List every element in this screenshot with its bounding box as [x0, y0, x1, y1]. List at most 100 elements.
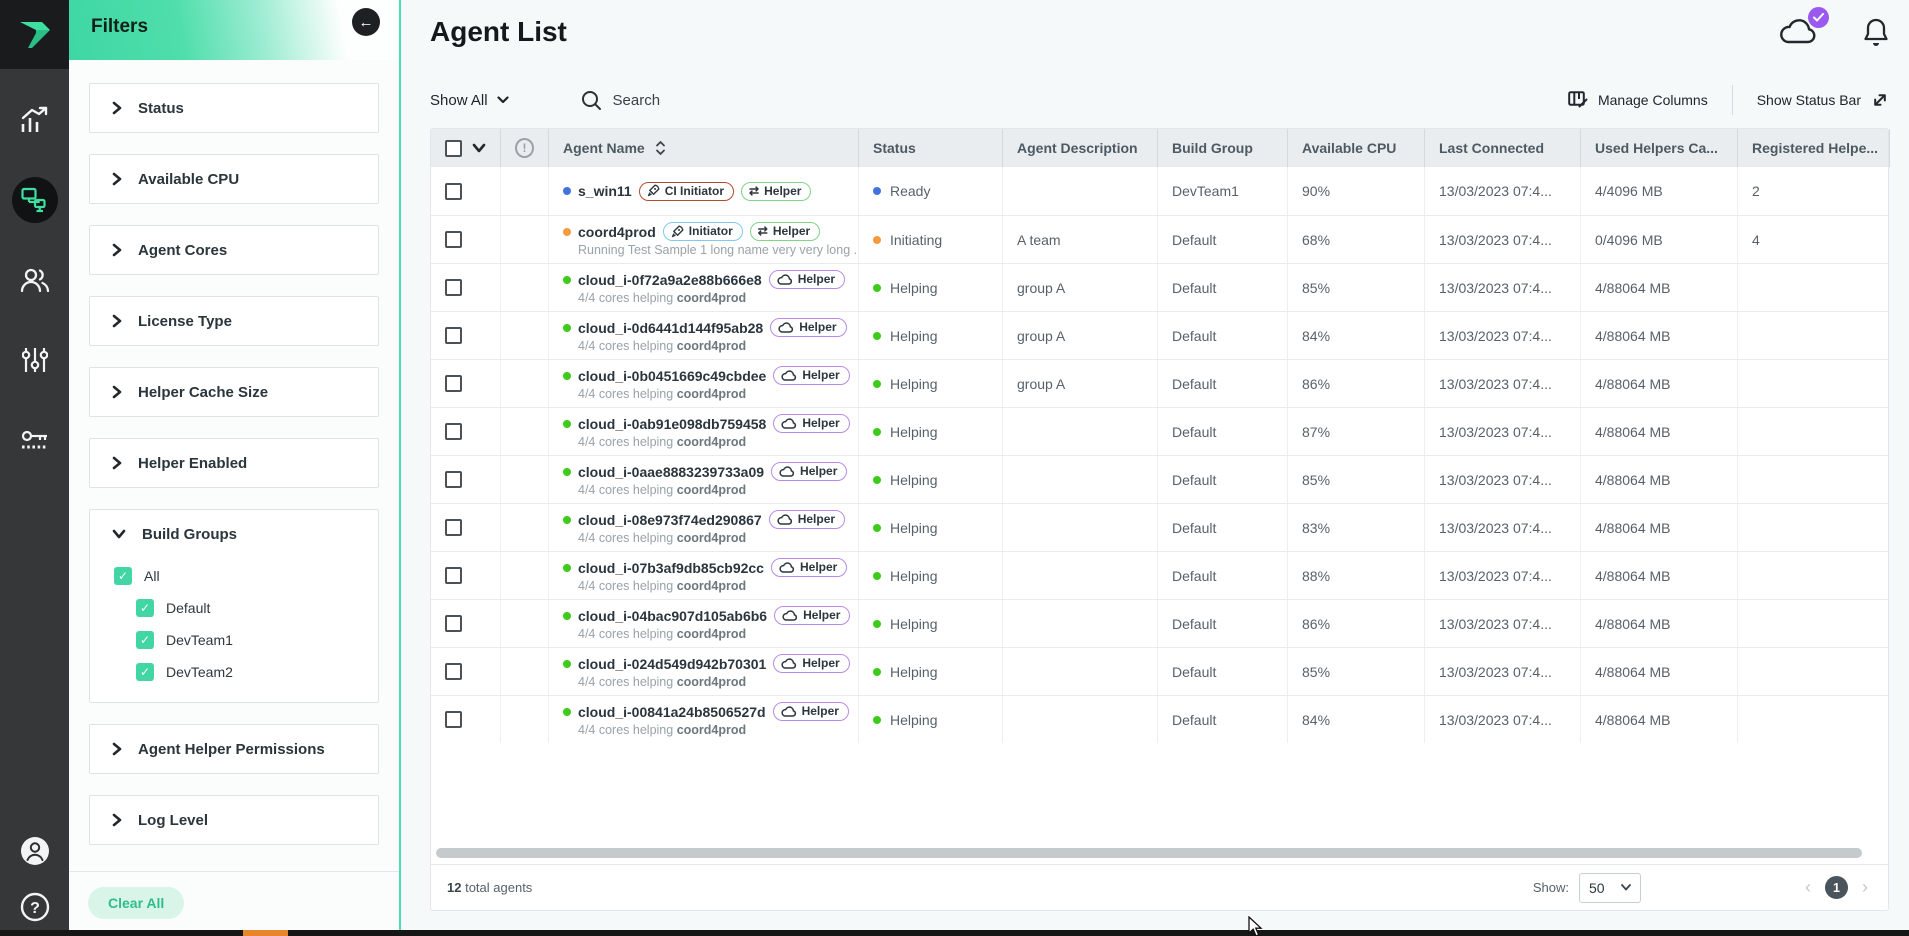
row-checkbox[interactable]	[445, 327, 462, 344]
toolbar-right-group: Manage Columns Show Status Bar	[1568, 85, 1889, 115]
description-cell: group A	[1003, 264, 1158, 311]
rocket-icon	[671, 225, 684, 238]
rail-item-help[interactable]: ?	[20, 892, 50, 922]
collapse-filters-button[interactable]: ←	[352, 8, 380, 36]
row-checkbox[interactable]	[445, 231, 462, 248]
row-checkbox[interactable]	[445, 279, 462, 296]
filter-section-toggle[interactable]: License Type	[90, 297, 378, 345]
agent-subtitle: 4/4 cores helping coord4prod	[563, 627, 746, 641]
table-row[interactable]: coord4prodInitiator⇄HelperRunning Test S…	[431, 215, 1888, 263]
row-select-cell	[431, 408, 501, 455]
available-cpu-cell: 86%	[1288, 600, 1425, 647]
filter-section-toggle[interactable]: Available CPU	[90, 155, 378, 203]
filter-section-toggle[interactable]: Build Groups	[90, 510, 378, 558]
row-checkbox[interactable]	[445, 663, 462, 680]
filter-section-toggle[interactable]: Status	[90, 84, 378, 132]
cloud-icon	[781, 658, 797, 669]
status-cell: Helping	[859, 648, 1003, 695]
select-all-checkbox[interactable]	[445, 140, 462, 157]
row-checkbox[interactable]	[445, 711, 462, 728]
filter-section-log-level: Log Level	[89, 795, 379, 845]
agent-state-dot	[563, 660, 571, 668]
rail-item-sliders[interactable]	[12, 337, 58, 383]
badge-helper: Helper	[771, 558, 847, 577]
agent-subtitle: 4/4 cores helping coord4prod	[563, 675, 746, 689]
table-row[interactable]: cloud_i-024d549d942b70301Helper4/4 cores…	[431, 647, 1888, 695]
table-row[interactable]: cloud_i-0aae8883239733a09Helper4/4 cores…	[431, 455, 1888, 503]
build-group-cell: Default	[1158, 264, 1288, 311]
agent-subtitle: 4/4 cores helping coord4prod	[563, 291, 746, 305]
app-logo[interactable]	[0, 0, 69, 69]
last-connected-cell: 13/03/2023 07:4...	[1425, 648, 1581, 695]
table-row[interactable]: cloud_i-0d6441d144f95ab28Helper4/4 cores…	[431, 311, 1888, 359]
checkbox-checked-icon[interactable]: ✓	[114, 567, 132, 585]
next-page-button[interactable]: ›	[1858, 877, 1872, 898]
column-header-agent-name[interactable]: Agent Name	[549, 129, 859, 167]
filter-option-devteam1[interactable]: ✓DevTeam1	[90, 624, 378, 656]
agent-state-dot	[563, 276, 571, 284]
table-row[interactable]: cloud_i-07b3af9db85cb92ccHelper4/4 cores…	[431, 551, 1888, 599]
status-label: Helping	[890, 664, 937, 680]
horizontal-scrollbar[interactable]	[436, 848, 1862, 858]
row-select-cell	[431, 264, 501, 311]
cloud-status-button[interactable]	[1777, 16, 1821, 48]
search-input[interactable]	[613, 92, 833, 109]
manage-columns-button[interactable]: Manage Columns	[1568, 91, 1708, 109]
status-label: Helping	[890, 472, 937, 488]
clear-all-button[interactable]: Clear All	[88, 887, 184, 919]
row-checkbox[interactable]	[445, 183, 462, 200]
table-row[interactable]: cloud_i-04bac907d105ab6b6Helper4/4 cores…	[431, 599, 1888, 647]
registered-helpers-cell	[1738, 312, 1890, 359]
notifications-button[interactable]	[1863, 17, 1889, 47]
row-checkbox[interactable]	[445, 423, 462, 440]
status-dot	[873, 284, 881, 292]
table-row[interactable]: cloud_i-08e973f74ed290867Helper4/4 cores…	[431, 503, 1888, 551]
rail-item-license-key[interactable]	[12, 417, 58, 463]
agent-name: cloud_i-0ab91e098db759458	[578, 416, 766, 432]
used-helpers-cell: 0/4096 MB	[1581, 216, 1738, 263]
current-page-badge[interactable]: 1	[1825, 876, 1848, 899]
row-checkbox[interactable]	[445, 615, 462, 632]
filter-section-toggle[interactable]: Helper Enabled	[90, 439, 378, 487]
table-row[interactable]: cloud_i-0f72a9a2e88b666e8Helper4/4 cores…	[431, 263, 1888, 311]
previous-page-button[interactable]: ‹	[1801, 877, 1815, 898]
rail-item-users[interactable]	[12, 257, 58, 303]
table-row[interactable]: cloud_i-0b0451669c49cbdeeHelper4/4 cores…	[431, 359, 1888, 407]
checkbox-checked-icon[interactable]: ✓	[136, 631, 154, 649]
filter-option-all[interactable]: ✓All	[90, 560, 378, 592]
rail-item-bar-chart[interactable]	[12, 97, 58, 143]
checkbox-checked-icon[interactable]: ✓	[136, 663, 154, 681]
filter-option-devteam2[interactable]: ✓DevTeam2	[90, 656, 378, 688]
row-checkbox[interactable]	[445, 567, 462, 584]
checkbox-checked-icon[interactable]: ✓	[136, 599, 154, 617]
table-row[interactable]: cloud_i-0ab91e098db759458Helper4/4 cores…	[431, 407, 1888, 455]
table-footer: 12 total agents Show: 50 ‹ 1 ›	[431, 864, 1888, 910]
left-icon-rail: ?	[0, 0, 69, 936]
status-dot	[873, 236, 881, 244]
rail-item-agents[interactable]	[12, 177, 58, 223]
show-all-dropdown[interactable]: Show All	[430, 92, 509, 109]
filter-section-license-type: License Type	[89, 296, 379, 346]
table-row[interactable]: cloud_i-00841a24b8506527dHelper4/4 cores…	[431, 695, 1888, 743]
filter-option-default[interactable]: ✓Default	[90, 592, 378, 624]
row-checkbox[interactable]	[445, 471, 462, 488]
available-cpu-cell: 83%	[1288, 504, 1425, 551]
show-status-bar-button[interactable]: Show Status Bar	[1757, 91, 1889, 109]
filter-section-toggle[interactable]: Log Level	[90, 796, 378, 844]
description-cell	[1003, 408, 1158, 455]
table-row[interactable]: s_win11CI Initiator⇄HelperReadyDevTeam19…	[431, 167, 1888, 215]
show-all-label: Show All	[430, 92, 488, 109]
filter-section-toggle[interactable]: Agent Helper Permissions	[90, 725, 378, 773]
filter-section-toggle[interactable]: Helper Cache Size	[90, 368, 378, 416]
status-label: Helping	[890, 424, 937, 440]
page-size-select[interactable]: 50	[1579, 873, 1641, 903]
row-checkbox[interactable]	[445, 375, 462, 392]
row-checkbox[interactable]	[445, 519, 462, 536]
filter-section-toggle[interactable]: Agent Cores	[90, 226, 378, 274]
used-helpers-cell: 4/88064 MB	[1581, 552, 1738, 599]
page-size-value: 50	[1589, 880, 1605, 896]
chevron-right-icon	[112, 243, 122, 257]
used-helpers-cell: 4/88064 MB	[1581, 600, 1738, 647]
cloud-icon	[781, 706, 797, 717]
rail-item-user-avatar[interactable]	[20, 836, 50, 866]
